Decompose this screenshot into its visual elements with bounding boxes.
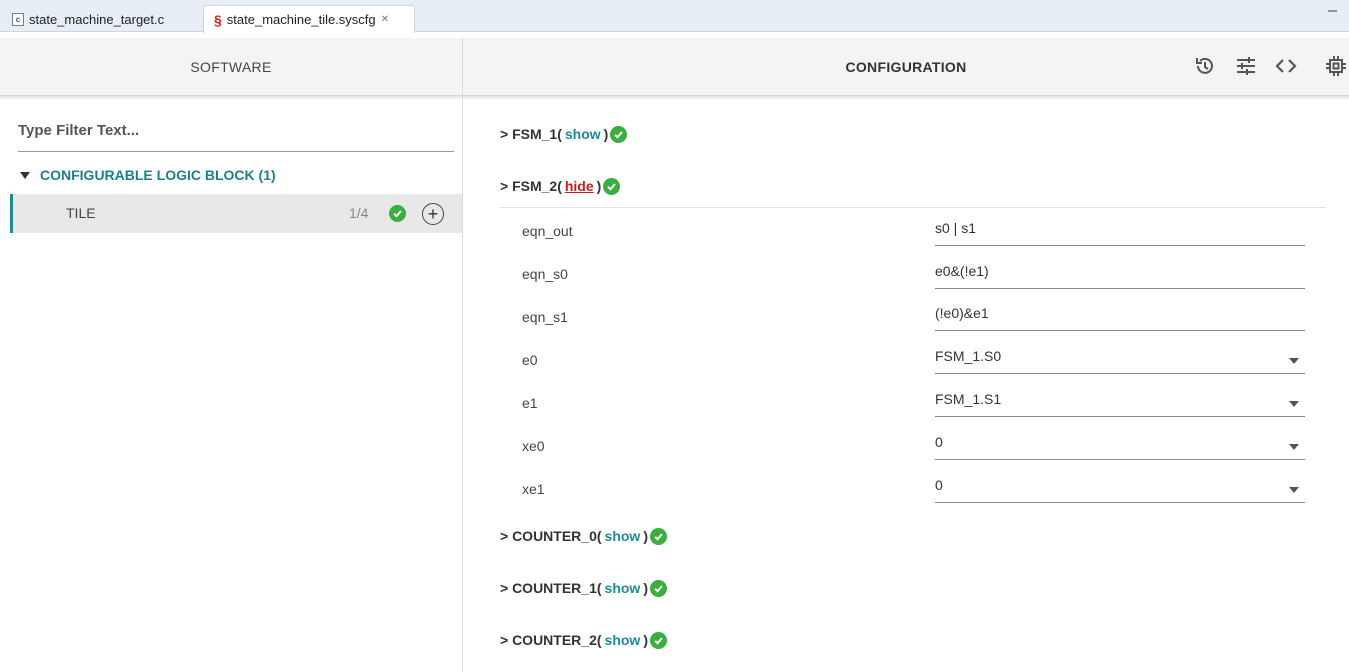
c-file-icon: c: [12, 12, 24, 26]
group-close: ): [643, 580, 648, 596]
tile-count: 1/4: [349, 205, 369, 221]
e1-select[interactable]: FSM_1.S1: [935, 389, 1305, 417]
field-value: 0: [935, 434, 943, 450]
header-shadow: [0, 96, 1349, 100]
group-fsm-2[interactable]: > FSM_2( hide ): [500, 174, 621, 198]
check-circle-icon: [649, 527, 667, 545]
xe1-select[interactable]: 0: [935, 475, 1305, 503]
group-counter-1[interactable]: > COUNTER_1( show ): [500, 576, 667, 600]
group-name: > FSM_1(: [500, 126, 562, 142]
configuration-header: CONFIGURATION: [463, 38, 1349, 96]
group-name: > COUNTER_0(: [500, 528, 602, 544]
check-circle-icon: [649, 579, 667, 597]
add-tile-button[interactable]: +: [422, 203, 444, 225]
tile-label: TILE: [66, 205, 96, 221]
software-title: SOFTWARE: [190, 58, 272, 75]
dropdown-arrow-icon[interactable]: [1289, 358, 1299, 364]
check-circle-icon: [649, 631, 667, 649]
tab-state-machine-tile-syscfg[interactable]: § state_machine_tile.syscfg ✕: [203, 5, 415, 33]
editor-tab-bar: c state_machine_target.c § state_machine…: [0, 0, 1349, 33]
show-link[interactable]: show: [605, 632, 641, 648]
prop-label-xe1: xe1: [522, 481, 545, 497]
category-label: CONFIGURABLE LOGIC BLOCK (1): [40, 167, 276, 183]
group-close: ): [596, 178, 602, 194]
show-link[interactable]: show: [565, 126, 601, 142]
xe0-select[interactable]: 0: [935, 432, 1305, 460]
group-name: > FSM_2(: [500, 178, 562, 194]
group-close: ): [603, 126, 609, 142]
chip-icon[interactable]: [1323, 53, 1349, 79]
dropdown-arrow-icon[interactable]: [1289, 444, 1299, 450]
field-value: s0 | s1: [935, 220, 976, 236]
dropdown-arrow-icon[interactable]: [1289, 401, 1299, 407]
group-name: > COUNTER_1(: [500, 580, 602, 596]
group-separator: [500, 207, 1326, 208]
field-value: 0: [935, 477, 943, 493]
group-name: > COUNTER_2(: [500, 632, 602, 648]
software-header: SOFTWARE: [0, 38, 462, 96]
field-value: FSM_1.S0: [935, 348, 1002, 364]
minimize-icon[interactable]: [1328, 10, 1337, 12]
group-counter-2[interactable]: > COUNTER_2( show ): [500, 628, 667, 652]
close-icon[interactable]: ✕: [381, 14, 389, 25]
sidebar-item-tile[interactable]: TILE 1/4 +: [10, 194, 462, 233]
check-circle-icon: [610, 125, 628, 143]
show-link[interactable]: show: [605, 528, 641, 544]
tab-state-machine-target-c[interactable]: c state_machine_target.c: [6, 6, 196, 32]
syscfg-icon: §: [214, 11, 222, 28]
field-value: FSM_1.S1: [935, 391, 1002, 407]
caret-down-icon: [20, 171, 30, 179]
settings-sliders-icon[interactable]: [1233, 53, 1259, 79]
check-circle-icon: [603, 177, 621, 195]
group-close: ): [643, 528, 648, 544]
prop-label-eqn-out: eqn_out: [522, 223, 573, 239]
show-link[interactable]: show: [605, 580, 641, 596]
prop-label-eqn-s1: eqn_s1: [522, 309, 568, 325]
dropdown-arrow-icon[interactable]: [1289, 487, 1299, 493]
category-configurable-logic-block[interactable]: CONFIGURABLE LOGIC BLOCK (1): [18, 163, 276, 187]
group-close: ): [643, 632, 648, 648]
eqn-s1-field[interactable]: (!e0)&e1: [935, 303, 1305, 331]
tab-label: state_machine_target.c: [29, 11, 165, 27]
panel-divider[interactable]: [462, 38, 463, 672]
filter-input[interactable]: Type Filter Text...: [18, 116, 454, 152]
prop-label-e1: e1: [522, 395, 538, 411]
prop-label-xe0: xe0: [522, 438, 545, 454]
code-view-icon[interactable]: [1273, 53, 1299, 79]
prop-label-eqn-s0: eqn_s0: [522, 266, 568, 282]
tab-label: state_machine_tile.syscfg: [226, 12, 376, 27]
field-value: (!e0)&e1: [935, 305, 989, 321]
group-counter-0[interactable]: > COUNTER_0( show ): [500, 524, 667, 548]
hide-link[interactable]: hide: [565, 178, 594, 194]
field-value: e0&(!e1): [935, 263, 989, 279]
eqn-s0-field[interactable]: e0&(!e1): [935, 261, 1305, 289]
e0-select[interactable]: FSM_1.S0: [935, 346, 1305, 374]
prop-label-e0: e0: [522, 352, 538, 368]
history-icon[interactable]: [1192, 53, 1218, 79]
check-circle-icon: [389, 205, 406, 222]
group-fsm-1[interactable]: > FSM_1( show ): [500, 122, 628, 146]
eqn-out-field[interactable]: s0 | s1: [935, 218, 1305, 246]
